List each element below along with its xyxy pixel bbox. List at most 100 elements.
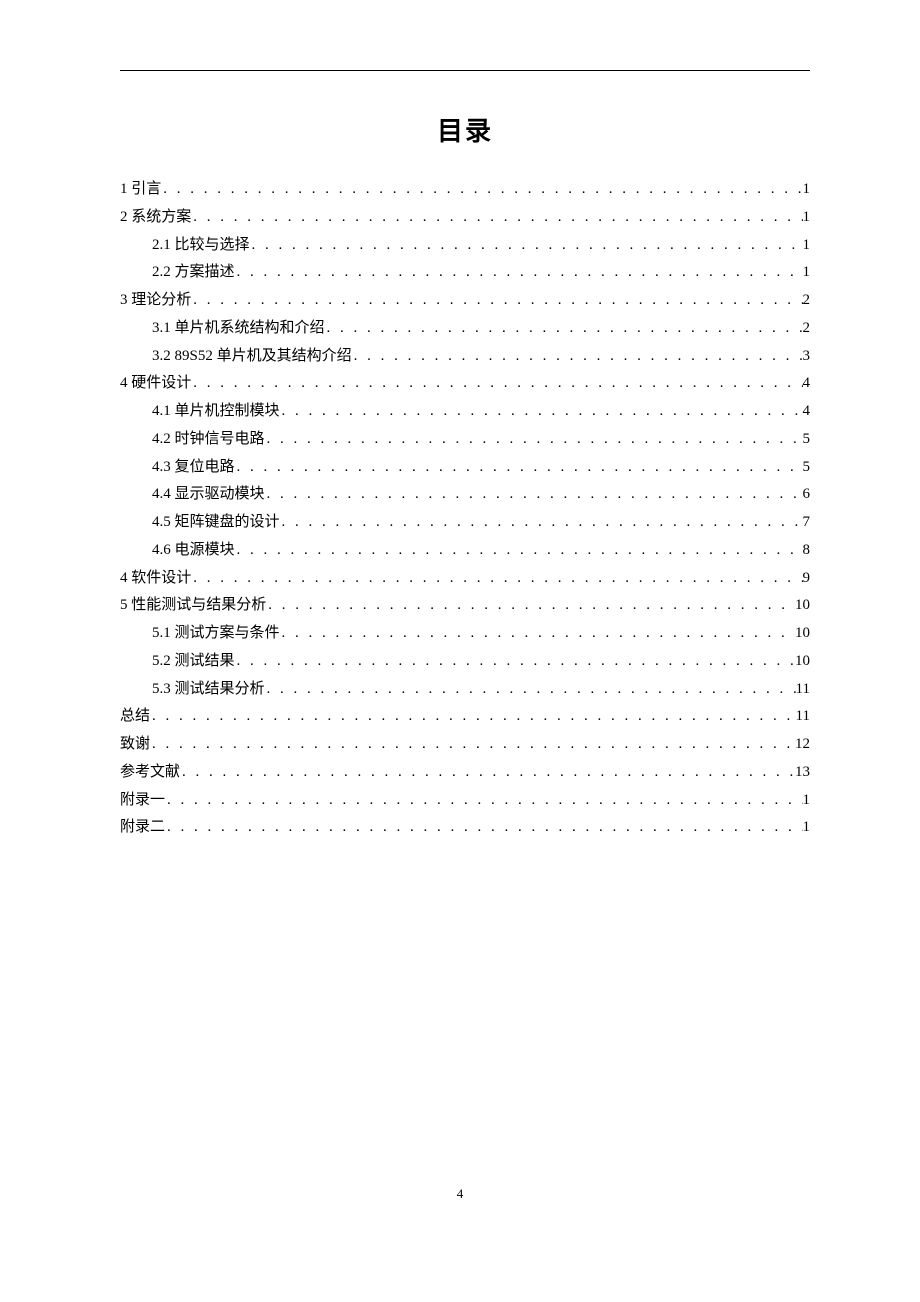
- toc-entry[interactable]: 4.2 时钟信号电路 5: [120, 426, 810, 454]
- table-of-contents: 1 引言12 系统方案12.1 比较与选择12.2 方案描述13 理论分析23.…: [120, 176, 810, 842]
- toc-entry[interactable]: 1 引言 1: [120, 176, 810, 204]
- toc-entry-page: 1: [803, 787, 811, 815]
- toc-dots: [280, 620, 795, 648]
- document-page: 目录 1 引言12 系统方案12.1 比较与选择12.2 方案描述13 理论分析…: [0, 0, 920, 902]
- toc-dots: [165, 814, 802, 842]
- toc-entry-page: 10: [795, 648, 810, 676]
- toc-entry-label: 4.1 单片机控制模块: [152, 398, 280, 426]
- toc-dots: [150, 703, 796, 731]
- page-number: 4: [0, 1186, 920, 1202]
- toc-entry[interactable]: 5.1 测试方案与条件 10: [120, 620, 810, 648]
- toc-entry[interactable]: 总结 11: [120, 703, 810, 731]
- toc-entry[interactable]: 2 系统方案1: [120, 204, 810, 232]
- toc-entry[interactable]: 5.3 测试结果分析 11: [120, 676, 810, 704]
- toc-entry-page: 1: [803, 259, 811, 287]
- toc-entry[interactable]: 4.4 显示驱动模块 6: [120, 481, 810, 509]
- toc-entry-label: 2.2 方案描述: [152, 259, 235, 287]
- toc-entry-page: 1: [803, 176, 811, 204]
- toc-entry-page: 2: [803, 287, 811, 315]
- toc-entry[interactable]: 3.2 89S52 单片机及其结构介绍 3: [120, 343, 810, 371]
- toc-entry-page: 3: [803, 343, 811, 371]
- toc-entry-page: 5: [803, 426, 811, 454]
- toc-dots: [191, 370, 802, 398]
- toc-entry-page: 10: [795, 620, 810, 648]
- toc-dots: [280, 509, 803, 537]
- toc-entry-label: 3.1 单片机系统结构和介绍: [152, 315, 325, 343]
- toc-dots: [280, 398, 803, 426]
- toc-entry-label: 5.3 测试结果分析: [152, 676, 265, 704]
- toc-dots: [235, 537, 803, 565]
- toc-entry-label: 3 理论分析: [120, 287, 191, 315]
- toc-dots: [191, 287, 802, 315]
- toc-entry-label: 附录一: [120, 787, 165, 815]
- toc-entry-label: 致谢: [120, 731, 150, 759]
- toc-entry[interactable]: 3 理论分析 2: [120, 287, 810, 315]
- toc-entry-page: 6: [803, 481, 811, 509]
- top-rule: [120, 70, 810, 71]
- toc-entry-label: 4.6 电源模块: [152, 537, 235, 565]
- toc-entry-page: 2: [803, 315, 811, 343]
- toc-entry-page: 1: [803, 232, 811, 260]
- toc-dots: [235, 259, 803, 287]
- toc-entry-label: 1 引言: [120, 176, 161, 204]
- toc-dots: [265, 426, 803, 454]
- toc-entry[interactable]: 附录二 1: [120, 814, 810, 842]
- toc-entry[interactable]: 5 性能测试与结果分析 10: [120, 592, 810, 620]
- toc-dots: [180, 759, 795, 787]
- toc-entry-page: 1: [803, 204, 811, 232]
- toc-dots: [191, 204, 802, 232]
- toc-dots: [250, 232, 803, 260]
- toc-dots: [325, 315, 803, 343]
- toc-entry-label: 4.2 时钟信号电路: [152, 426, 265, 454]
- toc-dots: [235, 454, 803, 482]
- toc-dots: [161, 176, 802, 204]
- toc-entry-page: 9: [803, 565, 811, 593]
- toc-entry[interactable]: 4.5 矩阵键盘的设计 7: [120, 509, 810, 537]
- toc-entry-page: 11: [796, 703, 810, 731]
- toc-title: 目录: [120, 111, 810, 148]
- toc-entry-page: 4: [803, 370, 811, 398]
- toc-entry[interactable]: 2.1 比较与选择 1: [120, 232, 810, 260]
- toc-dots: [235, 648, 795, 676]
- toc-dots: [150, 731, 795, 759]
- toc-entry-label: 4 硬件设计: [120, 370, 191, 398]
- toc-entry-page: 10: [795, 592, 810, 620]
- toc-entry[interactable]: 致谢 12: [120, 731, 810, 759]
- toc-dots: [266, 592, 795, 620]
- toc-entry-label: 4 软件设计: [120, 565, 191, 593]
- toc-entry[interactable]: 参考文献 13: [120, 759, 810, 787]
- toc-entry[interactable]: 4.3 复位电路 5: [120, 454, 810, 482]
- toc-dots: [191, 565, 802, 593]
- toc-dots: [265, 676, 796, 704]
- toc-entry-label: 参考文献: [120, 759, 180, 787]
- toc-entry-page: 4: [803, 398, 811, 426]
- toc-entry-page: 1: [803, 814, 811, 842]
- toc-entry-label: 5.2 测试结果: [152, 648, 235, 676]
- toc-entry-page: 5: [803, 454, 811, 482]
- toc-entry[interactable]: 4 软件设计 9: [120, 565, 810, 593]
- toc-entry-page: 12: [795, 731, 810, 759]
- toc-dots: [165, 787, 802, 815]
- toc-entry-label: 总结: [120, 703, 150, 731]
- toc-entry-label: 4.4 显示驱动模块: [152, 481, 265, 509]
- toc-entry[interactable]: 4.1 单片机控制模块 4: [120, 398, 810, 426]
- toc-entry[interactable]: 3.1 单片机系统结构和介绍 2: [120, 315, 810, 343]
- toc-dots: [352, 343, 803, 371]
- toc-entry-page: 11: [796, 676, 810, 704]
- toc-entry-page: 8: [803, 537, 811, 565]
- toc-entry-label: 2.1 比较与选择: [152, 232, 250, 260]
- toc-entry-label: 4.3 复位电路: [152, 454, 235, 482]
- toc-entry[interactable]: 5.2 测试结果 10: [120, 648, 810, 676]
- toc-entry-label: 5 性能测试与结果分析: [120, 592, 266, 620]
- toc-entry-label: 4.5 矩阵键盘的设计: [152, 509, 280, 537]
- toc-entry-label: 5.1 测试方案与条件: [152, 620, 280, 648]
- toc-dots: [265, 481, 803, 509]
- toc-entry[interactable]: 2.2 方案描述 1: [120, 259, 810, 287]
- toc-entry-page: 7: [803, 509, 811, 537]
- toc-entry-label: 附录二: [120, 814, 165, 842]
- toc-entry[interactable]: 附录一 1: [120, 787, 810, 815]
- toc-entry-page: 13: [795, 759, 810, 787]
- toc-entry-label: 3.2 89S52 单片机及其结构介绍: [152, 343, 352, 371]
- toc-entry[interactable]: 4 硬件设计 4: [120, 370, 810, 398]
- toc-entry[interactable]: 4.6 电源模块 8: [120, 537, 810, 565]
